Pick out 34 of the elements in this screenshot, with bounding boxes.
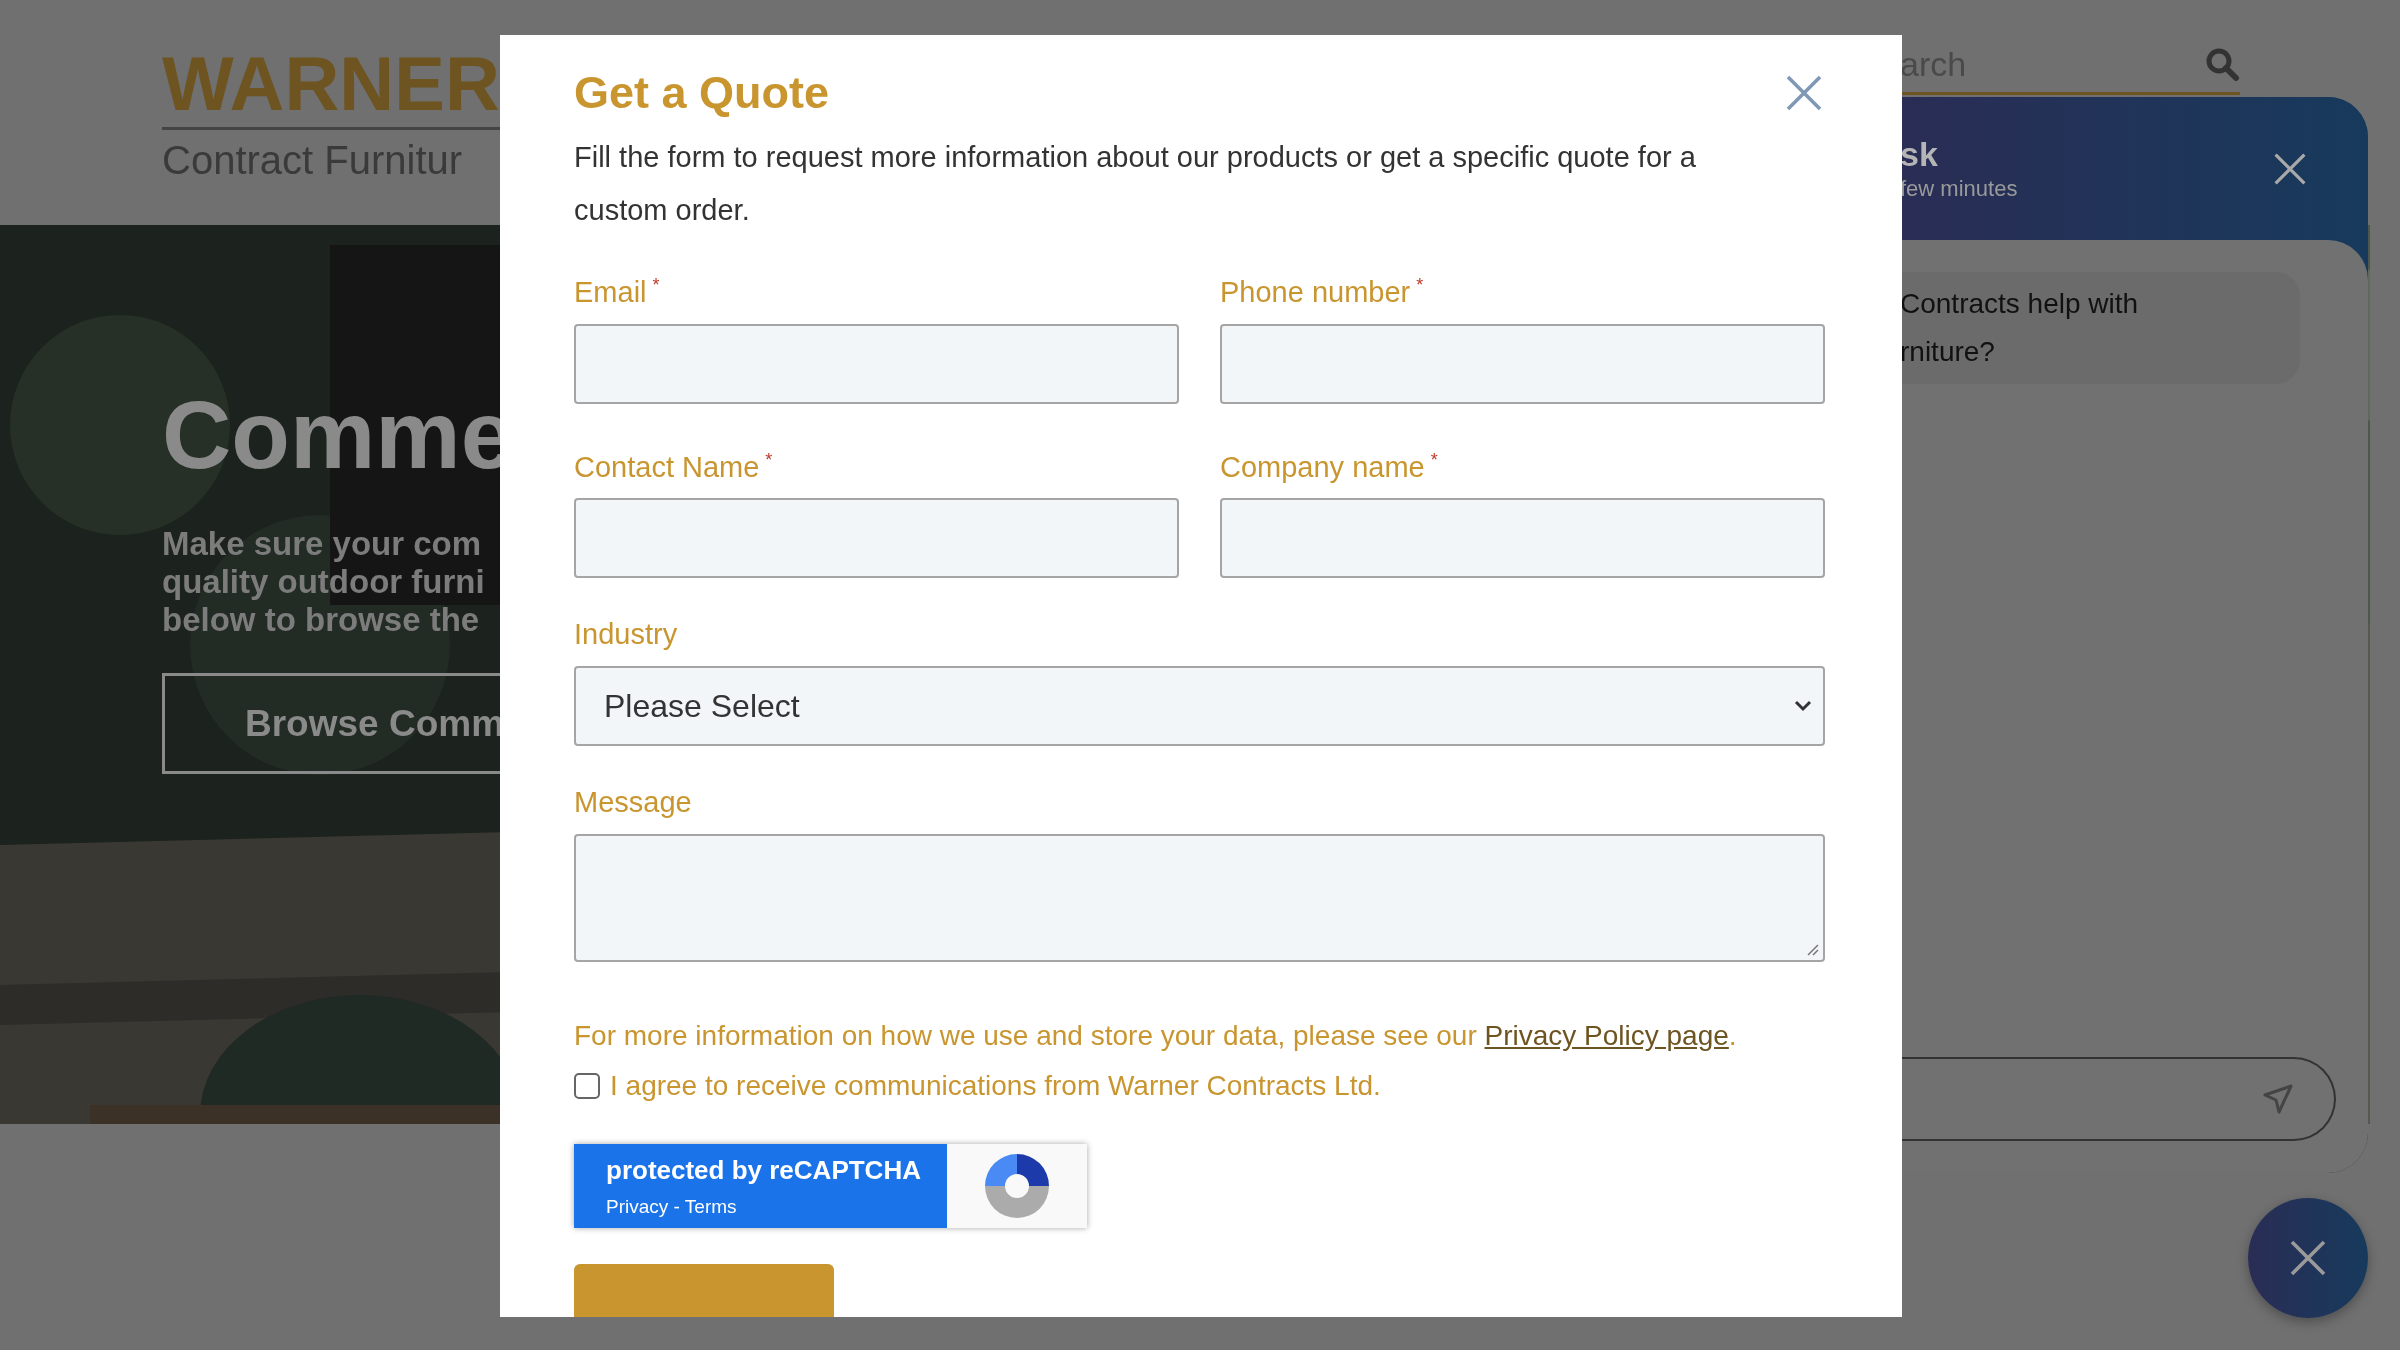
send-icon	[2262, 1083, 2294, 1115]
chat-title: sk	[1900, 133, 1939, 174]
hero-title: Comme	[162, 385, 515, 485]
message-field[interactable]	[574, 834, 1825, 963]
dialog-description: Fill the form to request more information about our products or get a specific quote for a custom order.	[574, 140, 1697, 228]
search-icon	[2204, 46, 2240, 82]
field-label: Industry	[574, 617, 679, 653]
text-field[interactable]	[574, 498, 1179, 579]
recaptcha-title: protected by reCAPTCHA	[606, 1154, 922, 1186]
close-icon[interactable]	[1784, 73, 1824, 113]
field-label: Contact Name $^{*}$	[574, 448, 774, 485]
field-label: Message	[574, 785, 693, 821]
hero-text: below to browse the	[162, 601, 480, 639]
field-label: Company name $^{*}$	[1220, 448, 1439, 485]
text-field[interactable]	[1220, 498, 1825, 579]
consent-label: I agree to receive communications from Warner Contracts Ltd.	[610, 1069, 1381, 1104]
field-label: Phone number $^{*}$	[1220, 274, 1425, 310]
chevron-down-icon	[1793, 699, 1813, 714]
chat-subtitle: few minutes	[1900, 174, 2018, 203]
text-field[interactable]	[1220, 323, 1825, 404]
privacy-note: For more information on how we use and store your data, please see our Privacy Policy page.	[574, 1019, 1738, 1054]
hero-text: quality outdoor furni	[162, 563, 485, 601]
field-label: Email $^{*}$	[574, 274, 661, 310]
close-icon	[2288, 1238, 2328, 1278]
logo-wordmark: WARNER	[162, 45, 500, 127]
recaptcha-links[interactable]: Privacy - Terms	[606, 1195, 947, 1218]
text-field[interactable]	[574, 323, 1179, 404]
consent-checkbox[interactable]	[574, 1073, 600, 1100]
resize-grip-icon	[1805, 942, 1819, 957]
select-field[interactable]: Please Select	[574, 666, 1825, 747]
chat-message: Contracts help with rniture?	[1900, 272, 2300, 384]
hero-text: Make sure your com	[162, 525, 482, 563]
privacy-link[interactable]: Privacy Policy page	[1484, 1020, 1729, 1052]
dialog-title: Get a Quote	[574, 66, 830, 120]
